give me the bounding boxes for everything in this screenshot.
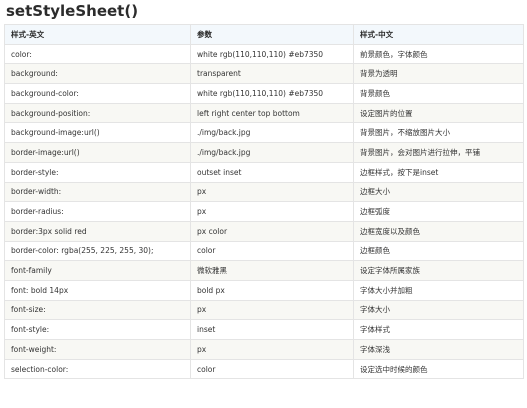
cell-style-english: background-color:	[4, 83, 191, 104]
table-header-row: 样式-英文 参数 样式-中文	[4, 24, 524, 45]
cell-style-english: font-style:	[4, 319, 191, 340]
table-row: selection-color: color 设定选中时候的颜色	[4, 358, 524, 380]
table-row: font: bold 14px bold px 字体大小并加粗	[4, 279, 524, 301]
cell-parameter: left right center top bottom	[190, 102, 354, 124]
table-row: font-size: px 字体大小	[4, 299, 524, 321]
cell-style-chinese: 字体样式	[353, 319, 524, 340]
cell-style-chinese: 边框颜色	[353, 240, 524, 262]
column-header-style-english: 样式-英文	[4, 24, 191, 45]
cell-style-english: font-size:	[4, 299, 191, 321]
cell-parameter: px	[190, 181, 354, 203]
cell-style-english: selection-color:	[4, 358, 191, 380]
table-row: font-weight: px 字体深浅	[4, 339, 524, 360]
cell-parameter: color	[190, 358, 354, 380]
cell-style-english: background-position:	[4, 102, 191, 124]
table-row: border-width: px 边框大小	[4, 181, 524, 203]
cell-style-chinese: 边框弧度	[353, 201, 524, 222]
cell-style-chinese: 字体大小	[353, 299, 524, 321]
cell-style-chinese: 字体深浅	[353, 339, 524, 360]
cell-style-chinese: 背景颜色	[353, 83, 524, 104]
cell-style-chinese: 背景为透明	[353, 63, 524, 85]
cell-style-chinese: 背景图片，不缩放图片大小	[353, 122, 524, 144]
cell-style-english: border-radius:	[4, 201, 191, 222]
cell-style-english: background:	[4, 63, 191, 85]
page-title: setStyleSheet()	[6, 2, 139, 20]
cell-style-chinese: 边框样式，按下是inset	[353, 161, 524, 183]
cell-style-english: font-weight:	[4, 339, 191, 360]
table-row: font-family 微软雅黑 设定字体所属家族	[4, 260, 524, 281]
cell-style-english: background-image:url()	[4, 122, 191, 144]
table-row: background: transparent 背景为透明	[4, 63, 524, 85]
cell-style-english: border-width:	[4, 181, 191, 203]
cell-parameter: white rgb(110,110,110) #eb7350	[190, 43, 354, 65]
table-row: border-radius: px 边框弧度	[4, 201, 524, 222]
table-header: 样式-英文 参数 样式-中文	[4, 24, 524, 45]
stylesheet-properties-table: 样式-英文 参数 样式-中文 color: white rgb(110,110,…	[4, 24, 524, 380]
cell-style-english: font-family	[4, 260, 191, 281]
cell-style-english: border-image:url()	[4, 142, 191, 163]
cell-style-chinese: 设定图片的位置	[353, 102, 524, 124]
cell-parameter: px color	[190, 220, 354, 242]
cell-parameter: inset	[190, 319, 354, 340]
cell-parameter: ./img/back.jpg	[190, 142, 354, 163]
table-row: color: white rgb(110,110,110) #eb7350 前景…	[4, 43, 524, 65]
cell-parameter: px	[190, 339, 354, 360]
cell-parameter: ./img/back.jpg	[190, 122, 354, 144]
cell-parameter: bold px	[190, 279, 354, 301]
cell-parameter: 微软雅黑	[190, 260, 354, 281]
cell-parameter: px	[190, 201, 354, 222]
table-body: color: white rgb(110,110,110) #eb7350 前景…	[4, 43, 524, 380]
cell-style-chinese: 字体大小并加粗	[353, 279, 524, 301]
table-row: background-image:url() ./img/back.jpg 背景…	[4, 122, 524, 144]
column-header-style-chinese: 样式-中文	[353, 24, 524, 45]
cell-style-english: border-color: rgba(255, 225, 255, 30);	[4, 240, 191, 262]
table-row: border-style: outset inset 边框样式，按下是inset	[4, 161, 524, 183]
cell-parameter: px	[190, 299, 354, 321]
cell-style-chinese: 设定选中时候的颜色	[353, 358, 524, 380]
table-row: border-color: rgba(255, 225, 255, 30); c…	[4, 240, 524, 262]
page: setStyleSheet() 样式-英文 参数 样式-中文 color: wh…	[0, 0, 527, 408]
cell-style-english: color:	[4, 43, 191, 65]
table-row: border:3px solid red px color 边框宽度以及颜色	[4, 220, 524, 242]
cell-style-english: border-style:	[4, 161, 191, 183]
cell-parameter: color	[190, 240, 354, 262]
cell-parameter: transparent	[190, 63, 354, 85]
table-row: background-position: left right center t…	[4, 102, 524, 124]
cell-style-english: font: bold 14px	[4, 279, 191, 301]
cell-style-chinese: 背景图片，会对图片进行拉伸，平铺	[353, 142, 524, 163]
cell-parameter: outset inset	[190, 161, 354, 183]
column-header-parameter: 参数	[190, 24, 354, 45]
cell-style-chinese: 前景颜色，字体颜色	[353, 43, 524, 65]
cell-style-english: border:3px solid red	[4, 220, 191, 242]
cell-style-chinese: 边框宽度以及颜色	[353, 220, 524, 242]
cell-style-chinese: 设定字体所属家族	[353, 260, 524, 281]
table-row: font-style: inset 字体样式	[4, 319, 524, 340]
cell-style-chinese: 边框大小	[353, 181, 524, 203]
table-row: background-color: white rgb(110,110,110)…	[4, 83, 524, 104]
table-row: border-image:url() ./img/back.jpg 背景图片，会…	[4, 142, 524, 163]
cell-parameter: white rgb(110,110,110) #eb7350	[190, 83, 354, 104]
